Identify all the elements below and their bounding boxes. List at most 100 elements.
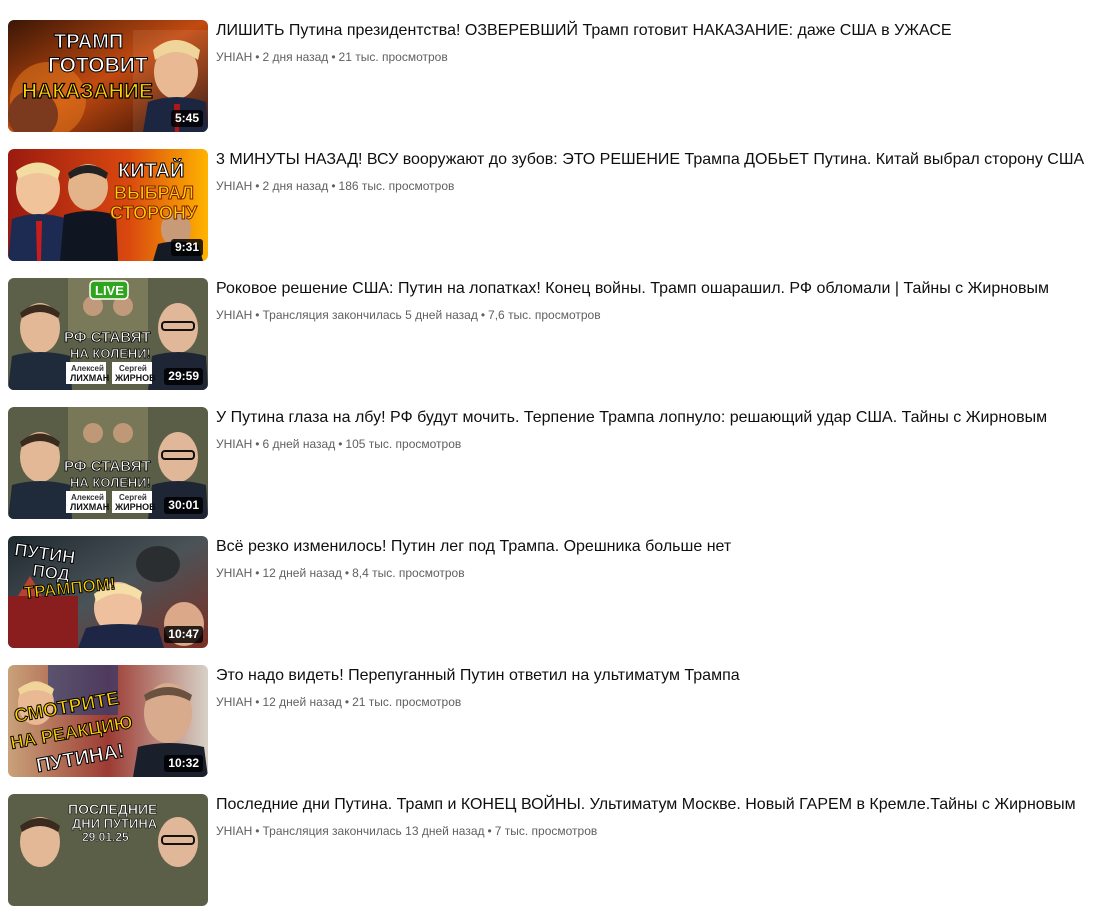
video-thumbnail[interactable]: СМОТРИТЕ НА РЕАКЦИЮ ПУТИНА! 10:32 — [8, 665, 208, 777]
video-title[interactable]: 3 МИНУТЫ НАЗАД! ВСУ вооружают до зубов: … — [216, 150, 1098, 170]
video-title[interactable]: ЛИШИТЬ Путина президентства! ОЗВЕРЕВШИЙ … — [216, 21, 1098, 41]
thumbnail-caption: РФ СТАВЯТ — [64, 458, 151, 475]
separator-dot: • — [487, 824, 492, 838]
separator-dot: • — [255, 566, 260, 580]
thumbnail-caption: КИТАЙ — [118, 158, 184, 182]
video-title[interactable]: Всё резко изменилось! Путин лег под Трам… — [216, 537, 1098, 557]
upload-age: 12 дней назад — [262, 566, 342, 580]
view-count: 105 тыс. просмотров — [345, 437, 462, 451]
thumbnail-caption: ТРАМП — [54, 31, 123, 53]
video-thumbnail[interactable]: КИТАЙ ВЫБРАЛ СТОРОНУ 9:31 — [8, 149, 208, 261]
video-subline: УНІАН • 12 дней назад • 21 тыс. просмотров — [216, 694, 1098, 710]
video-item[interactable]: КИТАЙ ВЫБРАЛ СТОРОНУ 9:31 3 МИНУТЫ НАЗАД… — [8, 149, 1098, 278]
channel-name[interactable]: УНІАН — [216, 308, 252, 322]
video-thumbnail[interactable]: РФ СТАВЯТ НА КОЛЕНИ! Алексей ЛИХМАН Серг… — [8, 407, 208, 519]
channel-name[interactable]: УНІАН — [216, 695, 252, 709]
video-duration: 30:01 — [164, 497, 203, 514]
thumbnail-image: ПОСЛЕДНИЕ ДНИ ПУТИНА 29.01.25 — [8, 794, 208, 906]
video-subline: УНІАН • 12 дней назад • 8,4 тыс. просмотров — [216, 565, 1098, 581]
separator-dot: • — [255, 824, 260, 838]
video-title[interactable]: У Путина глаза на лбу! РФ будут мочить. … — [216, 408, 1098, 428]
thumbnail-caption: 29.01.25 — [82, 830, 129, 844]
separator-dot: • — [480, 308, 486, 322]
video-title[interactable]: Роковое решение США: Путин на лопатках! … — [216, 279, 1098, 299]
live-badge-label: LIVE — [95, 283, 124, 298]
separator-dot: • — [338, 437, 343, 451]
stream-status: Трансляция закончилась — [262, 824, 402, 838]
channel-name[interactable]: УНІАН — [216, 179, 252, 193]
video-subline: УНІАН • 6 дней назад • 105 тыс. просмотров — [216, 436, 1098, 452]
thumbnail-caption: Сергей — [119, 493, 147, 502]
thumbnail-caption: Сергей — [119, 364, 147, 373]
thumbnail-caption: НА КОЛЕНИ! — [70, 475, 151, 490]
video-meta: 3 МИНУТЫ НАЗАД! ВСУ вооружают до зубов: … — [216, 150, 1098, 194]
video-meta: Роковое решение США: Путин на лопатках! … — [216, 279, 1098, 323]
thumbnail-caption: ЖИРНОВ — [114, 373, 156, 383]
video-subline: УНІАН • 2 дня назад • 21 тыс. просмотров — [216, 49, 1098, 65]
thumbnail-caption: ВЫБРАЛ — [114, 183, 194, 203]
view-count: 186 тыс. просмотров — [338, 179, 455, 193]
video-meta: У Путина глаза на лбу! РФ будут мочить. … — [216, 408, 1098, 452]
thumbnail-caption: Алексей — [71, 364, 104, 373]
separator-dot: • — [255, 50, 260, 64]
channel-name[interactable]: УНІАН — [216, 566, 252, 580]
video-subline: УНІАН • Трансляция закончилась 13 дней наз… — [216, 823, 1098, 839]
channel-name[interactable]: УНІАН — [216, 50, 252, 64]
separator-dot: • — [331, 179, 336, 193]
video-title[interactable]: Это надо видеть! Перепуганный Путин отве… — [216, 666, 1098, 686]
video-thumbnail[interactable]: ПУТИН ПОД ТРАМПОМ! 10:47 — [8, 536, 208, 648]
view-count: 21 тыс. просмотров — [338, 50, 448, 64]
separator-dot: • — [255, 308, 260, 322]
upload-age: 2 дня назад — [262, 179, 329, 193]
video-duration: 5:45 — [170, 110, 203, 127]
thumbnail-caption: Алексей — [71, 493, 104, 502]
video-thumbnail[interactable]: ТРАМП ГОТОВИТ НАКАЗАНИЕ 5:45 — [8, 20, 208, 132]
separator-dot: • — [344, 695, 350, 709]
video-duration: 10:47 — [164, 626, 203, 643]
thumbnail-caption: ЛИХМАН — [70, 373, 109, 383]
video-item[interactable]: ПОСЛЕДНИЕ ДНИ ПУТИНА 29.01.25 Последние … — [8, 794, 1098, 923]
video-subline: УНІАН • Трансляция закончилась 5 дней наза… — [216, 307, 1098, 323]
separator-dot: • — [344, 566, 350, 580]
thumbnail-caption: ДНИ ПУТИНА — [72, 816, 158, 831]
video-list: ТРАМП ГОТОВИТ НАКАЗАНИЕ 5:45 ЛИШИТЬ Пути… — [8, 20, 1098, 923]
video-subline: УНІАН • 2 дня назад • 186 тыс. просмотров — [216, 178, 1098, 194]
channel-name[interactable]: УНІАН — [216, 824, 252, 838]
upload-age: 13 дней назад — [405, 824, 485, 838]
stream-status: Трансляция закончилась — [262, 308, 402, 322]
video-title[interactable]: Последние дни Путина. Трамп и КОНЕЦ ВОЙН… — [216, 795, 1098, 815]
video-item[interactable]: СМОТРИТЕ НА РЕАКЦИЮ ПУТИНА! 10:32 Это на… — [8, 665, 1098, 794]
thumbnail-caption: ГОТОВИТ — [48, 54, 148, 77]
video-item[interactable]: LIVE РФ СТАВЯТ НА КОЛЕНИ! Алексей ЛИХМАН… — [8, 278, 1098, 407]
view-count: 8,4 тыс. просмотров — [352, 566, 465, 580]
thumbnail-caption: ЛИХМАН — [70, 502, 109, 512]
video-meta: Всё резко изменилось! Путин лег под Трам… — [216, 537, 1098, 581]
video-thumbnail[interactable]: ПОСЛЕДНИЕ ДНИ ПУТИНА 29.01.25 — [8, 794, 208, 906]
upload-age: 12 дней назад — [262, 695, 342, 709]
view-count: 21 тыс. просмотров — [352, 695, 462, 709]
video-duration: 9:31 — [170, 239, 203, 256]
video-duration: 10:32 — [164, 755, 203, 772]
separator-dot: • — [331, 50, 336, 64]
video-meta: Последние дни Путина. Трамп и КОНЕЦ ВОЙН… — [216, 795, 1098, 839]
view-count: 7,6 тыс. просмотров — [488, 308, 601, 322]
thumbnail-caption: ЖИРНОВ — [114, 502, 156, 512]
upload-age: 6 дней назад — [262, 437, 336, 451]
video-item[interactable]: ПУТИН ПОД ТРАМПОМ! 10:47 Всё резко измен… — [8, 536, 1098, 665]
thumbnail-caption: РФ СТАВЯТ — [64, 329, 151, 346]
thumbnail-caption: НАКАЗАНИЕ — [22, 80, 153, 103]
video-duration: 29:59 — [164, 368, 203, 385]
upload-age: 5 дней назад — [405, 308, 478, 322]
video-item[interactable]: ТРАМП ГОТОВИТ НАКАЗАНИЕ 5:45 ЛИШИТЬ Пути… — [8, 20, 1098, 149]
separator-dot: • — [255, 179, 260, 193]
video-item[interactable]: РФ СТАВЯТ НА КОЛЕНИ! Алексей ЛИХМАН Серг… — [8, 407, 1098, 536]
thumbnail-caption: НА КОЛЕНИ! — [70, 346, 151, 361]
video-meta: ЛИШИТЬ Путина президентства! ОЗВЕРЕВШИЙ … — [216, 21, 1098, 65]
channel-name[interactable]: УНІАН — [216, 437, 252, 451]
view-count: 7 тыс. просмотров — [494, 824, 598, 838]
video-thumbnail[interactable]: LIVE РФ СТАВЯТ НА КОЛЕНИ! Алексей ЛИХМАН… — [8, 278, 208, 390]
video-meta: Это надо видеть! Перепуганный Путин отве… — [216, 666, 1098, 710]
thumbnail-caption: СТОРОНУ — [110, 203, 198, 223]
separator-dot: • — [255, 437, 260, 451]
separator-dot: • — [255, 695, 260, 709]
